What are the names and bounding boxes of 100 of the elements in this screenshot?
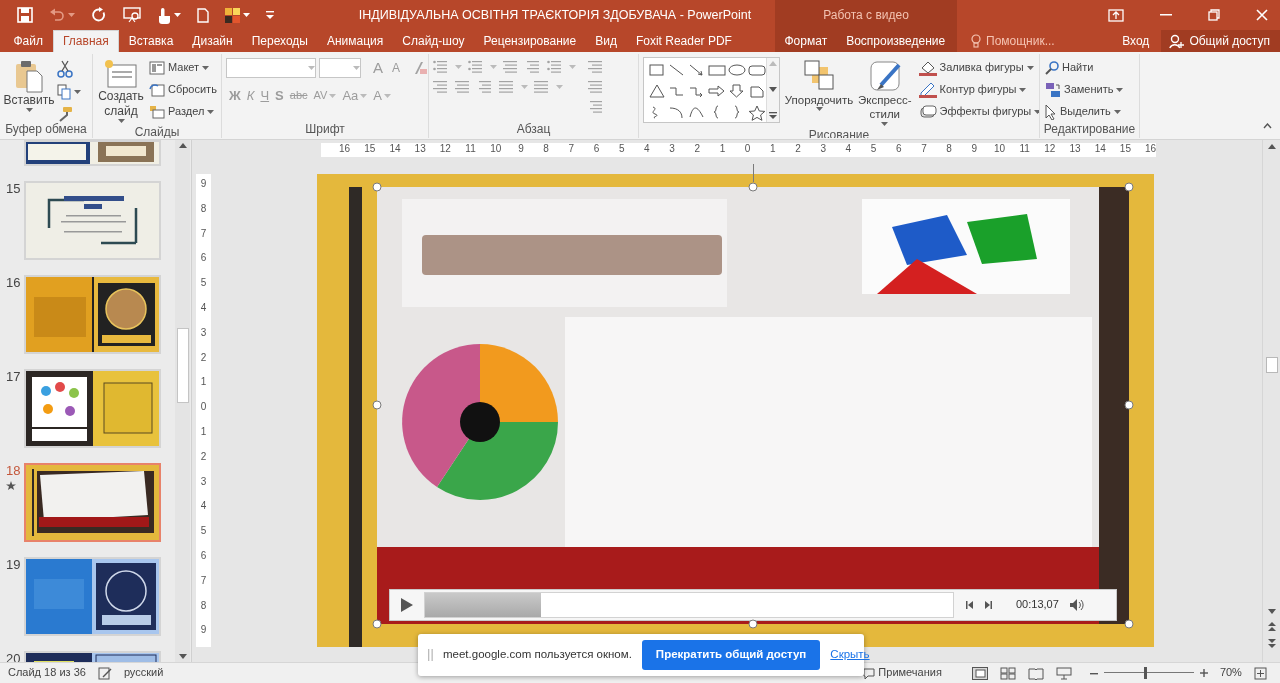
close-icon[interactable] — [1256, 9, 1268, 21]
cut-icon[interactable] — [57, 60, 73, 78]
normal-view-icon[interactable] — [971, 666, 988, 680]
resize-handle[interactable] — [1124, 182, 1134, 192]
resize-handle[interactable] — [1124, 400, 1134, 410]
scroll-thumb[interactable] — [176, 328, 189, 403]
scroll-up-icon[interactable] — [178, 143, 187, 148]
ribbon-tab[interactable]: Слайд-шоу — [392, 30, 474, 52]
effects-icon[interactable] — [918, 103, 937, 120]
volume-icon[interactable] — [1068, 598, 1085, 612]
person-icon[interactable] — [1169, 33, 1185, 49]
zoom-out-icon[interactable] — [1089, 672, 1098, 675]
caret-icon[interactable] — [1116, 87, 1124, 92]
caret-icon[interactable] — [1019, 87, 1027, 92]
previous-frame-icon[interactable] — [964, 600, 974, 610]
zoom-level[interactable]: 70% — [1219, 666, 1242, 680]
ribbon-tab[interactable]: Воспроизведение — [836, 30, 955, 52]
slide-thumbnail[interactable] — [26, 371, 159, 446]
ribbon-tab[interactable]: Вставка — [119, 30, 183, 52]
ribbon-tab[interactable]: Foxit Reader PDF — [626, 30, 742, 52]
ribbon-tab[interactable]: Рецензирование — [474, 30, 586, 52]
slide-thumbnail[interactable] — [26, 559, 159, 634]
resize-handle[interactable] — [748, 619, 758, 629]
caret-icon[interactable] — [25, 108, 33, 112]
caret-icon[interactable] — [117, 119, 125, 123]
share-button[interactable]: Общий доступ — [1161, 30, 1280, 52]
customize-icon[interactable] — [266, 11, 274, 19]
caret-icon[interactable] — [207, 109, 215, 114]
language-label[interactable]: русский — [123, 666, 164, 680]
resize-handle[interactable] — [372, 182, 382, 192]
arrange-button[interactable]: Упорядочить — [783, 57, 855, 128]
ribbon-tab[interactable]: Вид — [585, 30, 627, 52]
scroll-up-icon[interactable] — [1267, 144, 1276, 149]
repeat-icon[interactable] — [91, 7, 107, 23]
caret-icon[interactable] — [202, 65, 210, 70]
scroll-down-icon[interactable] — [178, 654, 187, 659]
section-icon[interactable] — [149, 104, 165, 119]
stop-sharing-button[interactable]: Прекратить общий доступ — [641, 640, 821, 670]
slide-thumbnail[interactable] — [26, 465, 159, 540]
slideshow-icon[interactable] — [1055, 666, 1072, 680]
caret-icon[interactable] — [1026, 65, 1034, 70]
scroll-down-icon[interactable] — [769, 86, 777, 92]
shape-command[interactable]: Эффекты фигуры — [917, 101, 1039, 122]
edit-command[interactable]: Выделить — [1044, 101, 1125, 122]
resize-handle[interactable] — [748, 182, 758, 192]
sign-in-link[interactable]: Вход — [1122, 30, 1150, 52]
caret-icon[interactable] — [1034, 109, 1039, 114]
lightbulb-icon[interactable] — [971, 34, 981, 48]
copy-icon[interactable] — [57, 84, 71, 100]
resize-handle[interactable] — [1124, 619, 1134, 629]
slide-thumbnail[interactable] — [26, 277, 159, 352]
save-icon[interactable] — [17, 7, 33, 23]
ribbon-tab[interactable]: Переходы — [242, 30, 318, 52]
previous-slide-icon[interactable] — [1267, 622, 1276, 631]
ribbon-tab[interactable]: Формат — [775, 30, 837, 52]
reading-view-icon[interactable] — [1027, 666, 1044, 680]
comment-icon[interactable] — [863, 667, 876, 679]
comments-button[interactable]: Примечания — [863, 666, 942, 680]
slide-command[interactable]: Макет — [148, 57, 218, 78]
caret-icon[interactable] — [243, 13, 250, 17]
fit-slide-icon[interactable] — [1253, 666, 1267, 680]
zoom-slider-thumb[interactable] — [1144, 667, 1148, 679]
ribbon-display-icon[interactable] — [1108, 8, 1124, 22]
zoom-in-icon[interactable] — [1199, 669, 1208, 677]
slide-command[interactable]: Сбросить — [148, 79, 218, 100]
new-slide-button[interactable]: Создать слайд — [97, 57, 145, 125]
next-frame-icon[interactable] — [984, 600, 994, 610]
caret-icon[interactable] — [881, 121, 889, 126]
clipboard-icon[interactable] — [14, 59, 44, 93]
spelling-icon[interactable] — [97, 666, 112, 680]
hide-link[interactable]: Скрыть — [830, 648, 870, 662]
tell-me-field[interactable]: Помощник... — [971, 30, 1055, 52]
ribbon-tab[interactable]: Файл — [4, 30, 53, 52]
caret-icon[interactable] — [815, 107, 823, 112]
rotation-handle[interactable] — [753, 164, 754, 182]
edit-command[interactable]: Найти — [1044, 57, 1125, 78]
slide-command[interactable]: Раздел — [148, 101, 218, 122]
paste-button[interactable]: Вставить — [4, 57, 54, 122]
quick-styles-button[interactable]: Экспресс-стили — [855, 57, 915, 128]
ribbon-tab[interactable]: Дизайн — [182, 30, 243, 52]
arrange-icon[interactable] — [801, 59, 837, 93]
caret-icon[interactable] — [1113, 109, 1121, 114]
outline-icon[interactable] — [918, 81, 937, 98]
color-swatch-icon[interactable] — [225, 7, 240, 23]
scroll-down-icon[interactable] — [1267, 609, 1276, 614]
resize-handle[interactable] — [372, 619, 382, 629]
slide-sorter-icon[interactable] — [999, 666, 1016, 680]
progress-track[interactable] — [424, 592, 954, 618]
slide-thumbnail[interactable] — [26, 142, 159, 164]
next-slide-icon[interactable] — [1267, 639, 1276, 648]
reset-icon[interactable] — [149, 82, 165, 97]
caret-icon[interactable] — [174, 13, 181, 17]
play-icon[interactable] — [400, 597, 414, 613]
new-file-icon[interactable] — [197, 7, 209, 23]
ribbon-tab[interactable]: Анимация — [317, 30, 393, 52]
restore-icon[interactable] — [1208, 9, 1220, 21]
format-painter-icon[interactable] — [57, 106, 73, 122]
shape-command[interactable]: Заливка фигуры — [917, 57, 1039, 78]
resize-handle[interactable] — [372, 400, 382, 410]
collapse-ribbon-icon[interactable] — [1263, 123, 1272, 130]
